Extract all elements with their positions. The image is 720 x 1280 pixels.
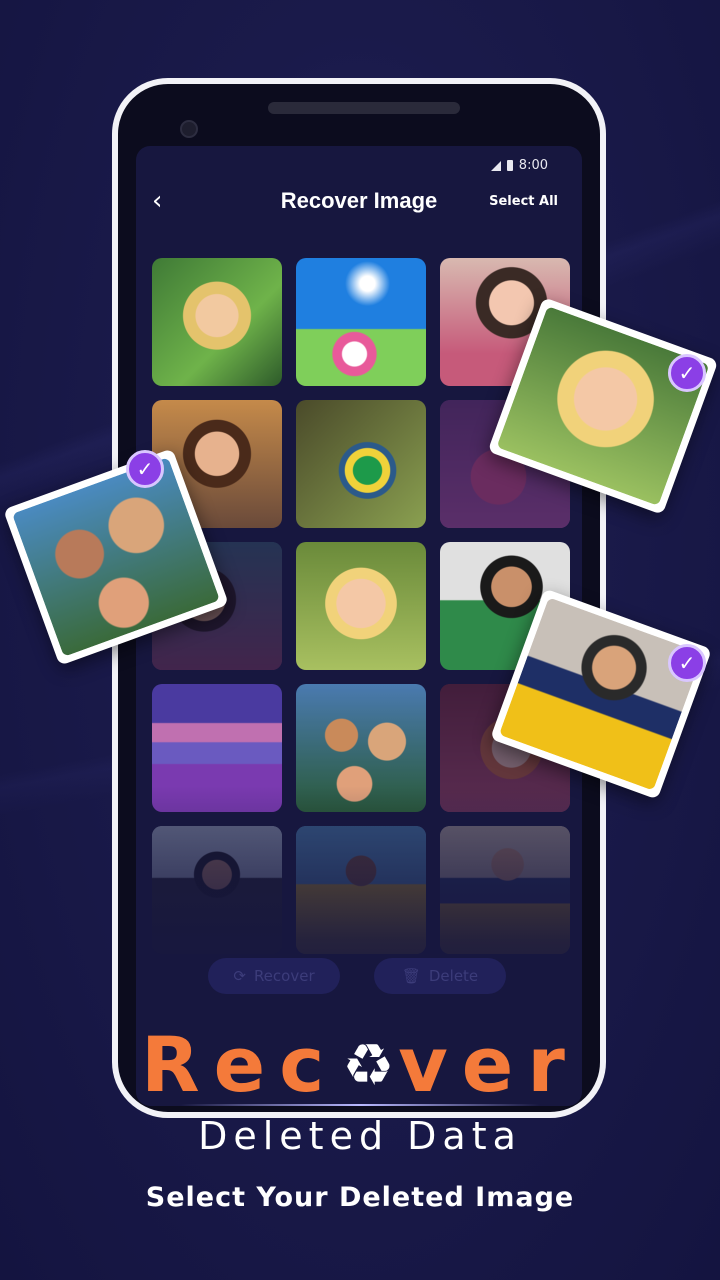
phone-camera <box>180 120 198 138</box>
recover-label: Recover <box>253 967 315 985</box>
status-bar: 8:00 <box>490 158 548 173</box>
headline-end: ver <box>398 1020 579 1109</box>
photo-girl-hat[interactable] <box>152 258 282 386</box>
headline-start: Rec <box>141 1020 339 1109</box>
photo-daisy-sky[interactable] <box>296 258 426 386</box>
headline-divider <box>180 1104 540 1106</box>
phone-speaker <box>268 102 460 114</box>
phone-screen: 8:00 ‹ Recover Image Select All ⟳ Recove… <box>136 146 582 1106</box>
checkmark-icon: ✓ <box>126 450 164 488</box>
promo-tagline: Select Your Deleted Image <box>145 1182 575 1213</box>
status-time: 8:00 <box>518 158 548 173</box>
app-bar: ‹ Recover Image Select All <box>136 182 582 222</box>
recycle-icon: ♻ <box>342 1031 395 1099</box>
select-all-button[interactable]: Select All <box>489 194 558 209</box>
promo-headline: Rec♻ver <box>0 1020 720 1109</box>
battery-icon <box>506 160 513 171</box>
delete-button[interactable]: 🗑 Delete <box>374 958 506 994</box>
checkmark-icon: ✓ <box>668 354 706 392</box>
checkmark-icon: ✓ <box>668 644 706 682</box>
delete-label: Delete <box>428 967 479 985</box>
photo-bird-branch[interactable] <box>296 400 426 528</box>
refresh-icon: ⟳ <box>233 967 246 985</box>
photo-blonde-toddler[interactable] <box>296 542 426 670</box>
action-bar: ⟳ Recover 🗑 Delete <box>208 958 506 994</box>
trash-icon: 🗑 <box>401 967 421 985</box>
signal-icon <box>490 160 501 171</box>
promo-subheadline: Deleted Data <box>198 1114 522 1158</box>
recover-button[interactable]: ⟳ Recover <box>208 958 340 994</box>
